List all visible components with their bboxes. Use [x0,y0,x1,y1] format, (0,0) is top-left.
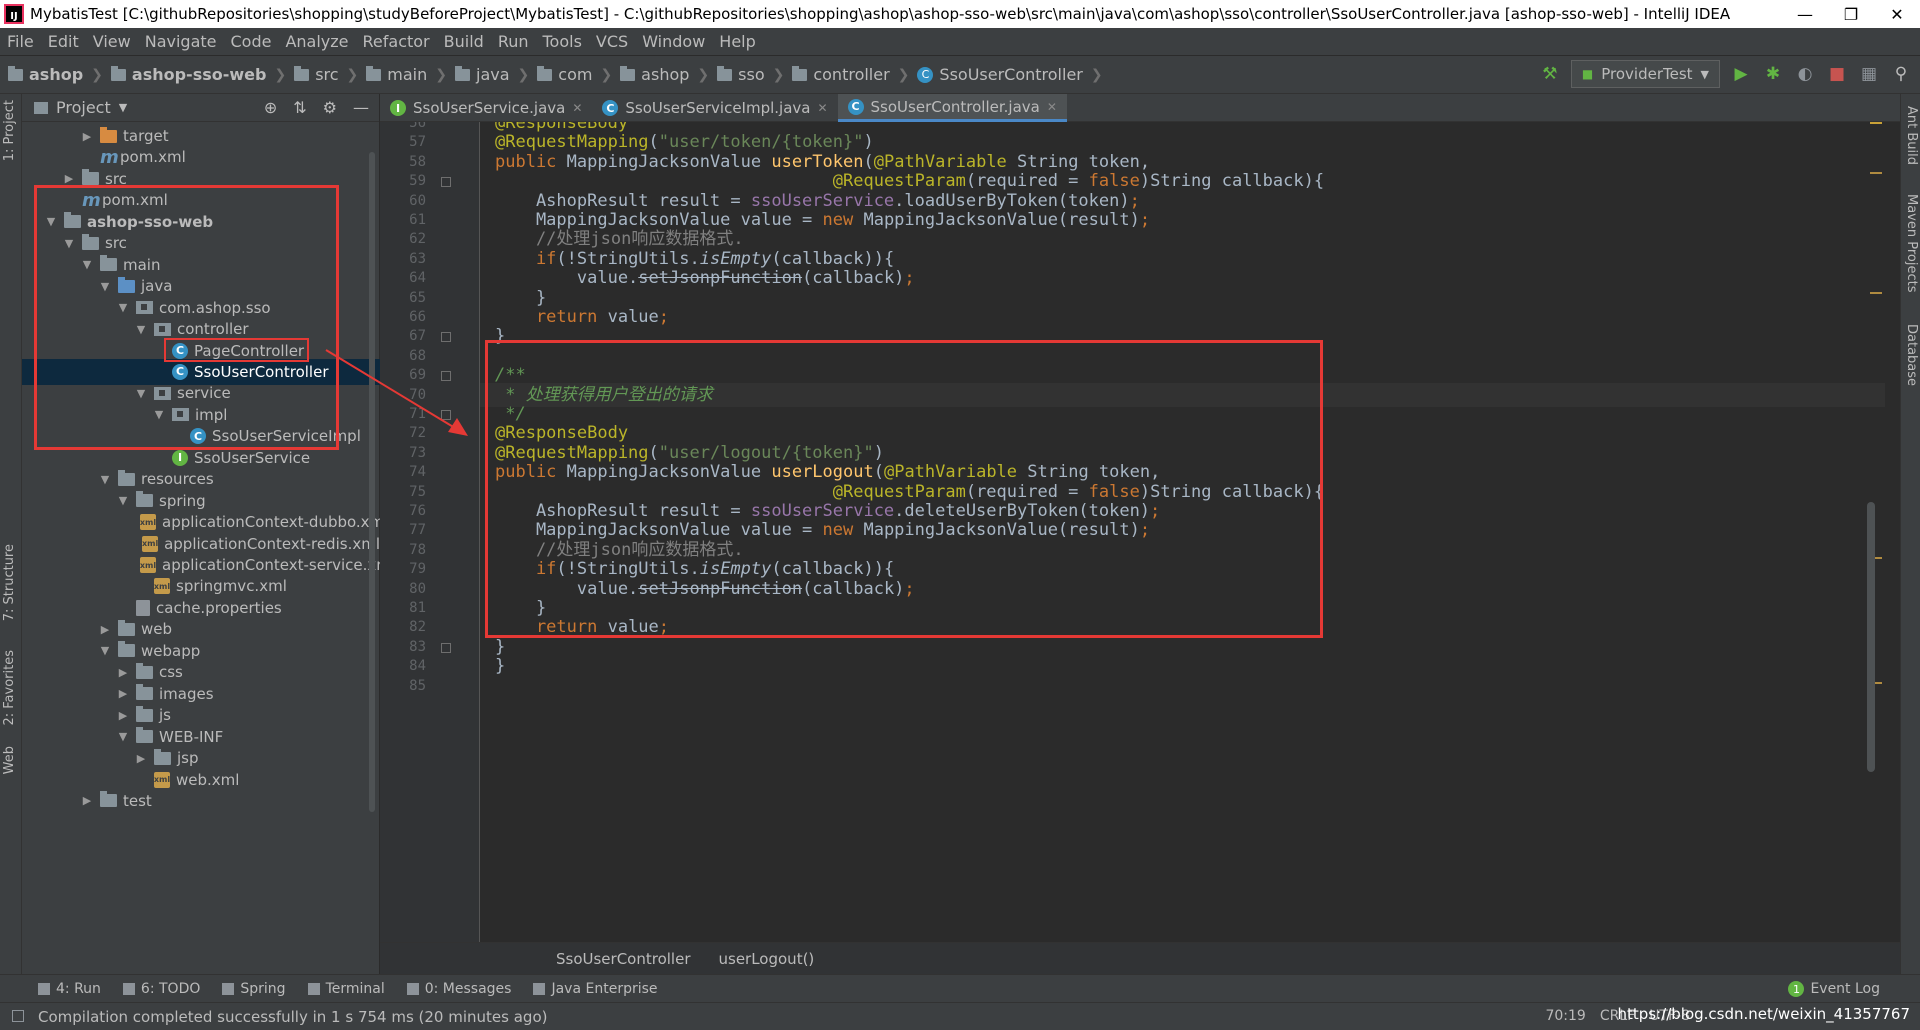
annotation-arrow [325,349,468,436]
